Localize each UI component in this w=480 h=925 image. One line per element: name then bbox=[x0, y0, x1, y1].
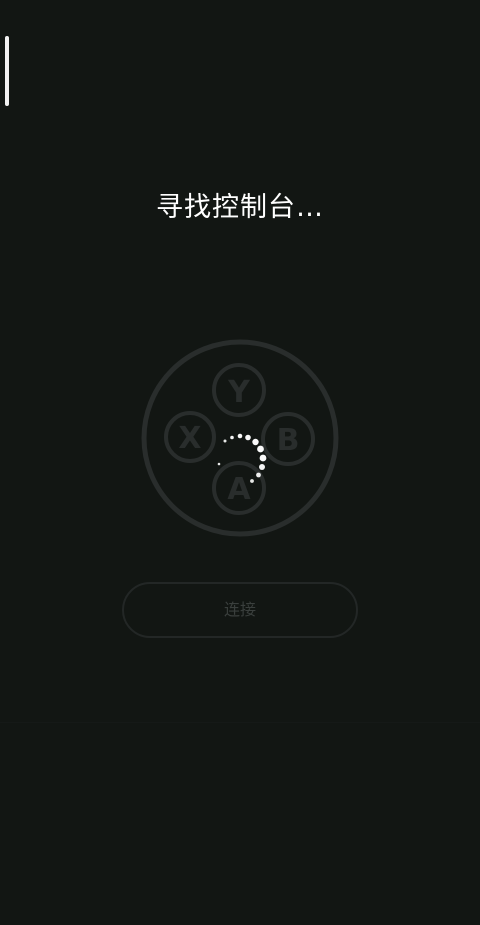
loading-spinner-icon bbox=[208, 430, 272, 494]
b-button-label: B bbox=[277, 423, 300, 458]
y-button-label: Y bbox=[227, 375, 251, 410]
searching-title: 寻找控制台… bbox=[156, 192, 324, 223]
status-bar-icon: ◠ bbox=[420, 0, 444, 4]
x-button-label: X bbox=[178, 421, 201, 456]
footer-divider bbox=[0, 722, 480, 723]
connect-button[interactable]: 连接 bbox=[122, 582, 358, 638]
scroll-indicator[interactable] bbox=[5, 36, 9, 106]
